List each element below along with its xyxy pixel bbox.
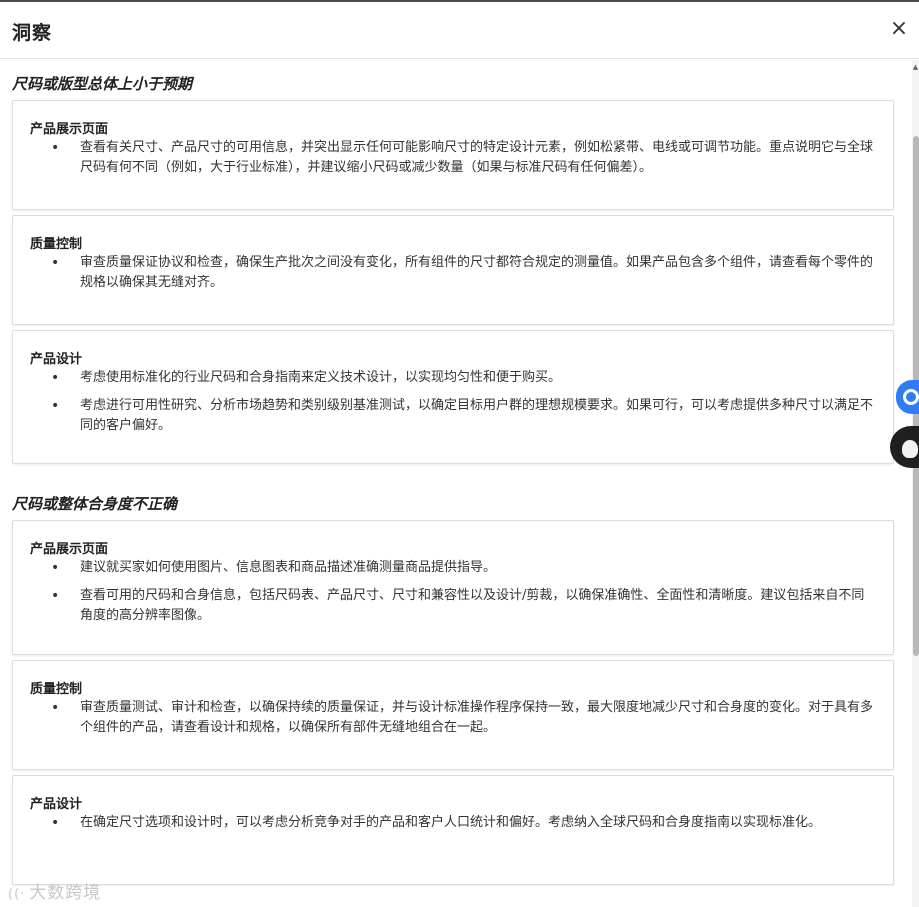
dialog-header: 洞察 ×: [0, 2, 919, 59]
list-item: 考虑进行可用性研究、分析市场趋势和类别级别基准测试，以确定目标用户群的理想规模要…: [30, 396, 875, 436]
list-item: 查看有关尺寸、产品尺寸的可用信息，并突出显示任何可能影响尺寸的特定设计元素，例如…: [30, 138, 875, 178]
section-title: 尺码或整体合身度不正确: [12, 495, 178, 513]
card-title: 产品展示页面: [30, 542, 109, 557]
card-title: 质量控制: [30, 237, 83, 252]
insight-card: 质量控制 审查质量保证协议和检查，确保生产批次之间没有变化，所有组件的尺寸都符合…: [12, 215, 894, 325]
insight-card: 产品设计 在确定尺寸选项和设计时，可以考虑分析竞争对手的产品和客户人口统计和偏好…: [12, 775, 894, 885]
dialog-content: 尺码或版型总体上小于预期 产品展示页面 查看有关尺寸、产品尺寸的可用信息，并突出…: [0, 60, 905, 907]
list-item: 建议就买家如何使用图片、信息图表和商品描述准确测量商品提供指导。: [30, 558, 875, 578]
insights-dialog: 洞察 × 尺码或版型总体上小于预期 产品展示页面 查看有关尺寸、产品尺寸的可用信…: [0, 0, 919, 907]
section-title: 尺码或版型总体上小于预期: [12, 75, 193, 93]
watermark: ((· 大数跨境: [8, 878, 101, 903]
bullet-list: 考虑使用标准化的行业尺码和合身指南来定义技术设计，以实现均匀性和便于购买。 考虑…: [30, 368, 875, 444]
bullet-list: 查看有关尺寸、产品尺寸的可用信息，并突出显示任何可能影响尺寸的特定设计元素，例如…: [30, 138, 875, 186]
list-item: 审查质量保证协议和检查，确保生产批次之间没有变化，所有组件的尺寸都符合规定的测量…: [30, 253, 875, 293]
list-item: 查看可用的尺码和合身信息，包括尺码表、产品尺寸、尺寸和兼容性以及设计/剪裁，以确…: [30, 586, 875, 626]
list-item: 在确定尺寸选项和设计时，可以考虑分析竞争对手的产品和客户人口统计和偏好。考虑纳入…: [30, 813, 875, 833]
card-title: 产品设计: [30, 797, 83, 812]
bullet-list: 在确定尺寸选项和设计时，可以考虑分析竞争对手的产品和客户人口统计和偏好。考虑纳入…: [30, 813, 875, 841]
bullet-list: 建议就买家如何使用图片、信息图表和商品描述准确测量商品提供指导。 查看可用的尺码…: [30, 558, 875, 634]
watermark-text: 大数跨境: [29, 883, 102, 903]
chat-bubble-icon[interactable]: [896, 380, 919, 414]
scroll-up-arrow-icon[interactable]: ▲: [912, 63, 919, 71]
insight-card: 产品设计 考虑使用标准化的行业尺码和合身指南来定义技术设计，以实现均匀性和便于购…: [12, 330, 894, 464]
insight-card: 产品展示页面 建议就买家如何使用图片、信息图表和商品描述准确测量商品提供指导。 …: [12, 520, 894, 655]
bullet-list: 审查质量保证协议和检查，确保生产批次之间没有变化，所有组件的尺寸都符合规定的测量…: [30, 253, 875, 301]
list-item: 考虑使用标准化的行业尺码和合身指南来定义技术设计，以实现均匀性和便于购买。: [30, 368, 875, 388]
card-title: 产品展示页面: [30, 122, 109, 137]
insight-card: 质量控制 审查质量测试、审计和检查，以确保持续的质量保证，并与设计标准操作程序保…: [12, 660, 894, 770]
bullet-list: 审查质量测试、审计和检查，以确保持续的质量保证，并与设计标准操作程序保持一致，最…: [30, 698, 875, 746]
close-icon[interactable]: ×: [886, 16, 912, 42]
insight-card: 产品展示页面 查看有关尺寸、产品尺寸的可用信息，并突出显示任何可能影响尺寸的特定…: [12, 100, 894, 210]
card-title: 质量控制: [30, 682, 83, 697]
dialog-title: 洞察: [12, 22, 53, 44]
card-title: 产品设计: [30, 352, 83, 367]
sound-wave-icon: ((·: [8, 887, 26, 902]
list-item: 审查质量测试、审计和检查，以确保持续的质量保证，并与设计标准操作程序保持一致，最…: [30, 698, 875, 738]
